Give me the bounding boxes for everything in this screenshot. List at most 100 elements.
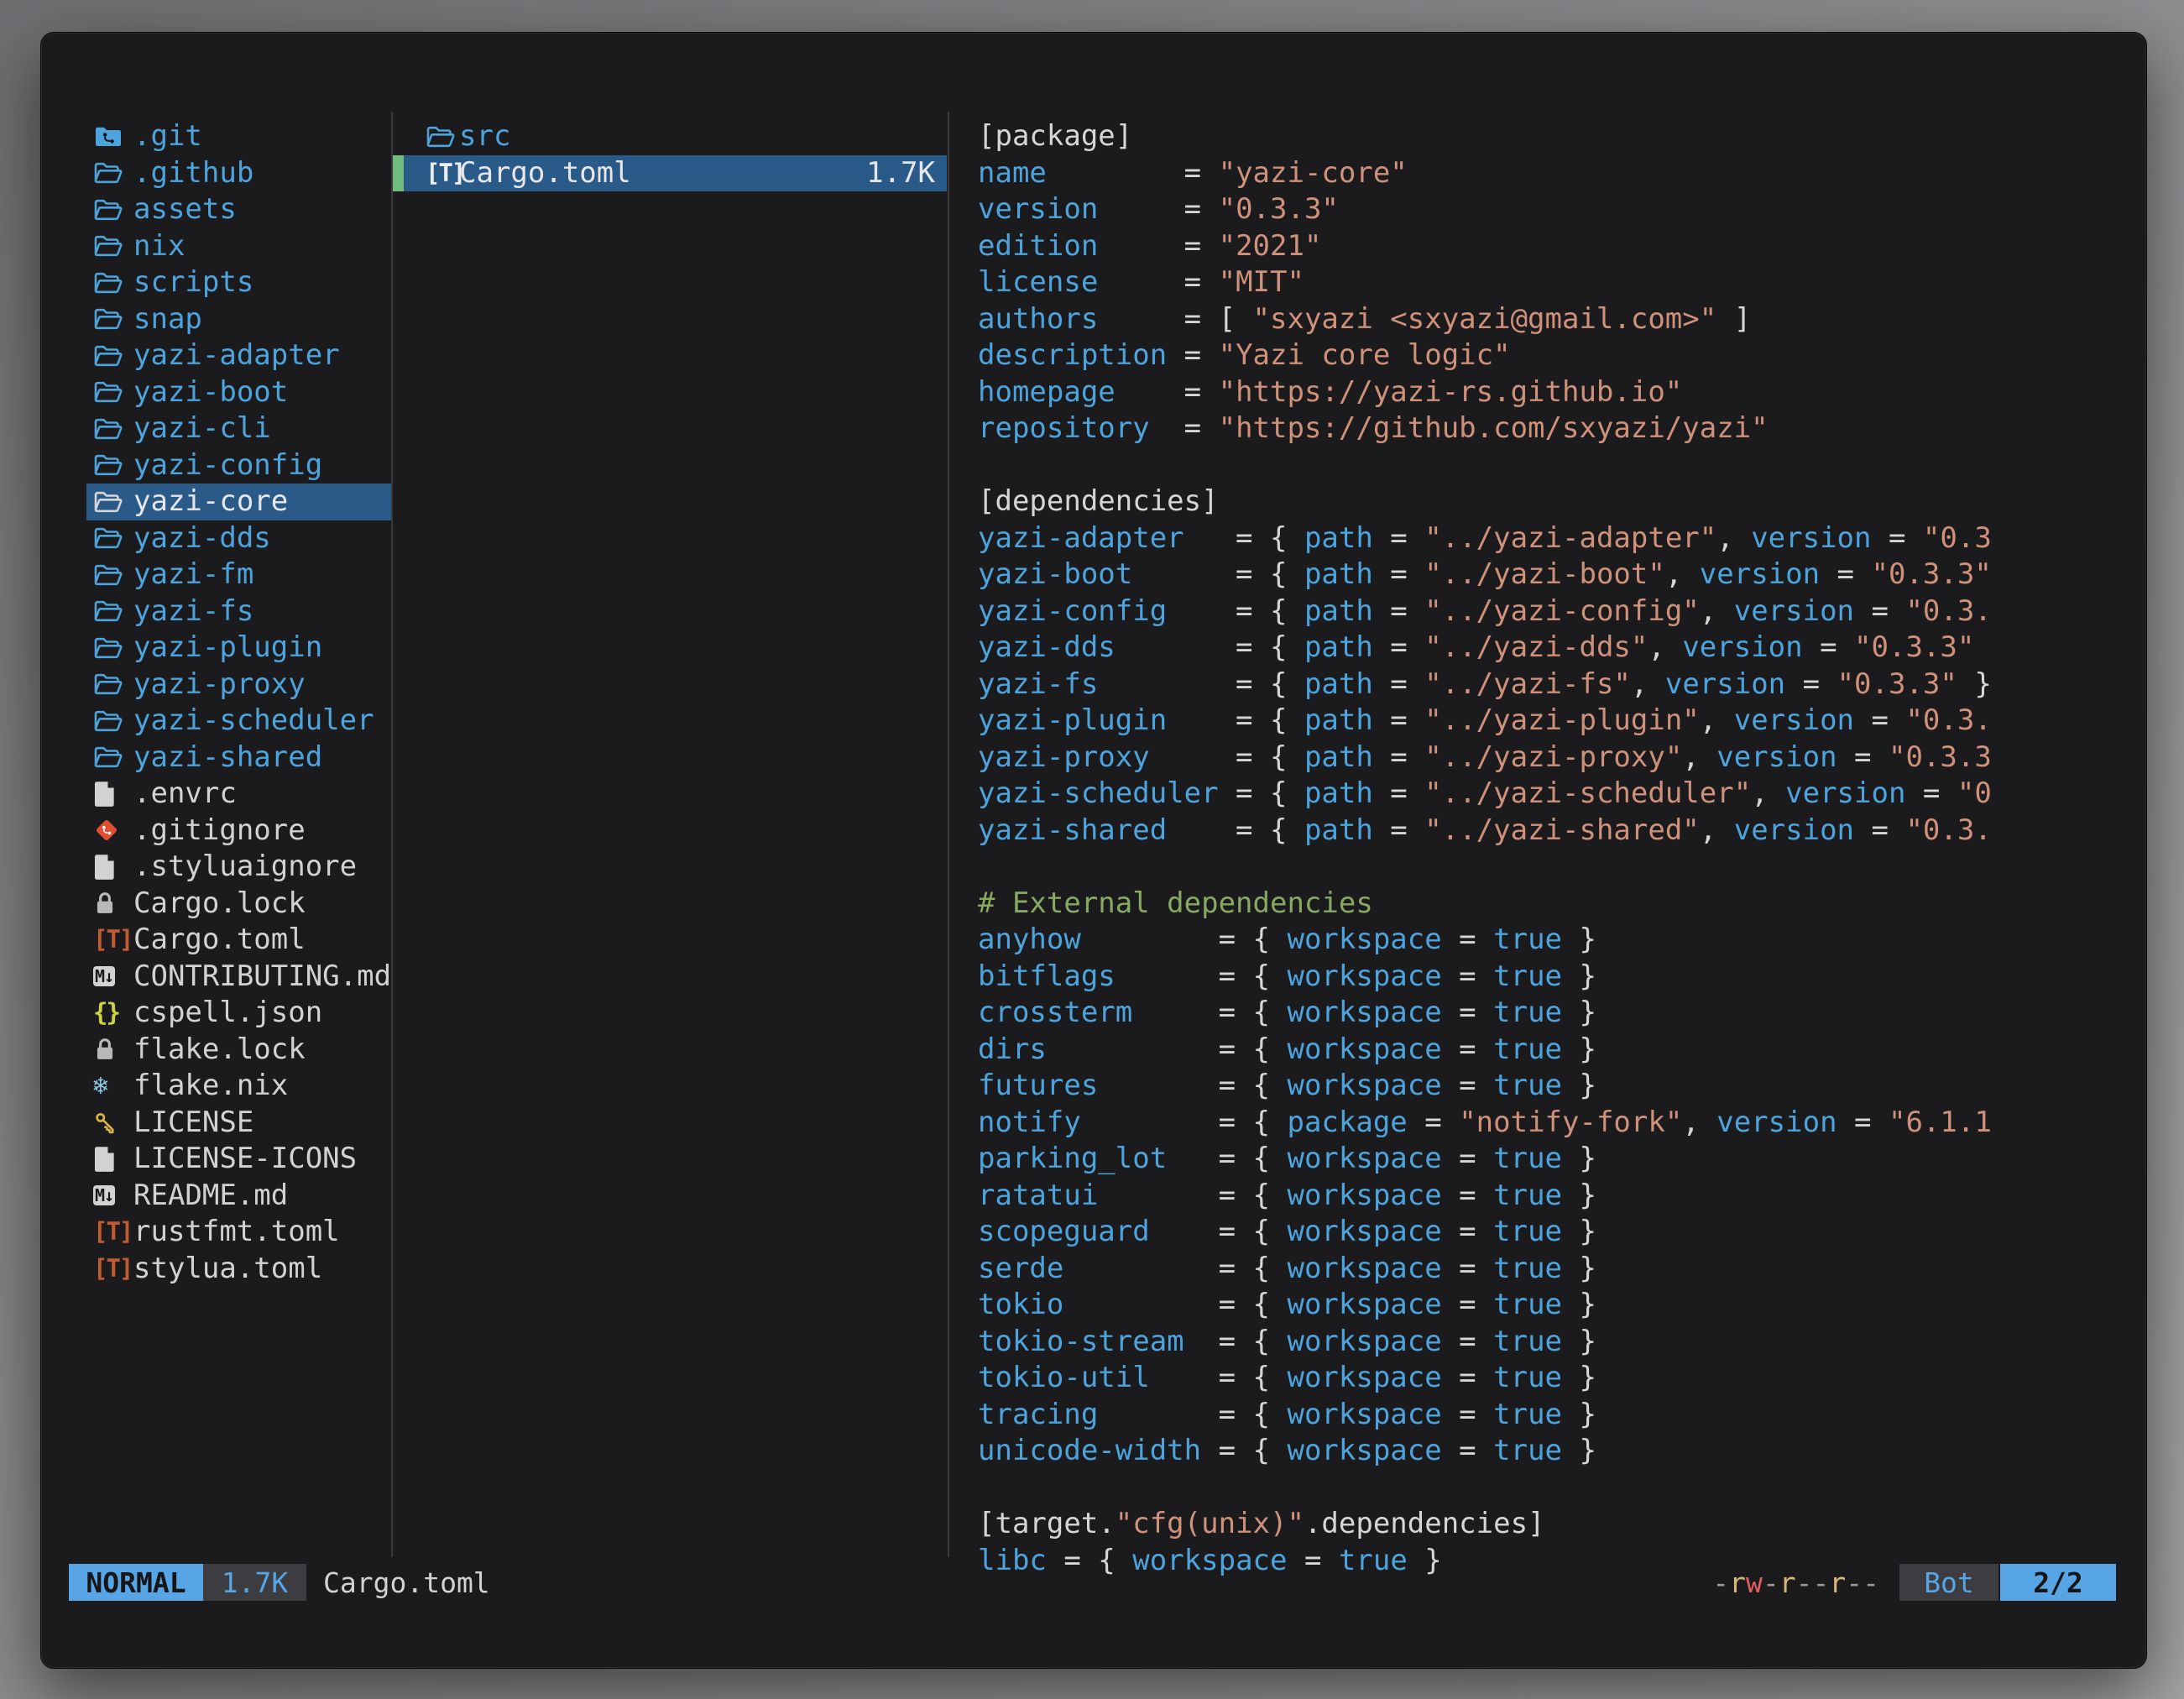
- folder-open-icon: [93, 672, 133, 697]
- parent-item-flake.nix[interactable]: ❄flake.nix: [86, 1068, 391, 1105]
- parent-item-cargo.toml[interactable]: [T]Cargo.toml: [86, 922, 391, 959]
- item-label: yazi-fm: [133, 557, 253, 593]
- item-label: yazi-proxy: [133, 667, 306, 703]
- parent-item-.envrc[interactable]: .envrc: [86, 776, 391, 813]
- folder-open-icon: [93, 233, 133, 259]
- lock-icon: [93, 890, 133, 917]
- preview-line: yazi-proxy = { path = "../yazi-proxy", v…: [978, 740, 1999, 776]
- parent-item-yazi-scheduler[interactable]: yazi-scheduler: [86, 703, 391, 740]
- item-label: yazi-cli: [133, 410, 271, 447]
- parent-item-yazi-fm[interactable]: yazi-fm: [86, 557, 391, 593]
- item-label: .github: [133, 155, 253, 192]
- preview-line: scopeguard = { workspace = true }: [978, 1214, 1999, 1251]
- preview-line: tokio-util = { workspace = true }: [978, 1360, 1999, 1397]
- folder-open-icon: [93, 489, 133, 515]
- parent-item-stylua.toml[interactable]: [T]stylua.toml: [86, 1251, 391, 1288]
- parent-item-yazi-shared[interactable]: yazi-shared: [86, 740, 391, 776]
- key-icon: [93, 1110, 133, 1135]
- toml-icon: [T]: [93, 1214, 133, 1251]
- preview-line: parking_lot = { workspace = true }: [978, 1141, 1999, 1178]
- parent-item-.gitignore[interactable]: .gitignore: [86, 813, 391, 850]
- desktop: .git.githubassetsnixscriptssnapyazi-adap…: [0, 0, 2184, 1699]
- folder-open-icon: [93, 379, 133, 405]
- folder-open-icon: [93, 635, 133, 661]
- parent-item-yazi-cli[interactable]: yazi-cli: [86, 410, 391, 447]
- parent-item-yazi-plugin[interactable]: yazi-plugin: [86, 630, 391, 667]
- folder-open-icon: [93, 599, 133, 624]
- preview-line: [978, 447, 1999, 484]
- status-bar-left: NORMAL 1.7K Cargo.toml: [69, 1564, 490, 1601]
- parent-item-yazi-fs[interactable]: yazi-fs: [86, 593, 391, 630]
- item-label: .gitignore: [133, 813, 306, 850]
- parent-item-.github[interactable]: .github: [86, 155, 391, 192]
- preview-line: repository = "https://github.com/sxyazi/…: [978, 410, 1999, 447]
- parent-item-rustfmt.toml[interactable]: [T]rustfmt.toml: [86, 1214, 391, 1251]
- mode-badge: NORMAL: [69, 1564, 203, 1601]
- git-diamond-icon: [93, 817, 133, 844]
- current-item-src[interactable]: src: [393, 118, 947, 155]
- braces-icon: {}: [93, 995, 133, 1032]
- preview-line: bitflags = { workspace = true }: [978, 959, 1999, 996]
- parent-item-readme.md[interactable]: M↓README.md: [86, 1178, 391, 1215]
- parent-item-yazi-adapter[interactable]: yazi-adapter: [86, 337, 391, 374]
- preview-line: tracing = { workspace = true }: [978, 1397, 1999, 1434]
- parent-item-snap[interactable]: snap: [86, 301, 391, 338]
- preview-line: yazi-plugin = { path = "../yazi-plugin",…: [978, 703, 1999, 740]
- preview-line: [978, 1470, 1999, 1507]
- preview-line: yazi-adapter = { path = "../yazi-adapter…: [978, 520, 1999, 557]
- toml-icon: [T]: [93, 922, 133, 959]
- parent-item-yazi-dds[interactable]: yazi-dds: [86, 520, 391, 557]
- item-label: stylua.toml: [133, 1251, 322, 1288]
- pane-divider-left: [391, 112, 393, 1557]
- item-label: yazi-adapter: [133, 337, 340, 374]
- preview-line: yazi-scheduler = { path = "../yazi-sched…: [978, 776, 1999, 813]
- parent-item-.git[interactable]: .git: [86, 118, 391, 155]
- item-label: scripts: [133, 264, 253, 301]
- item-label: .git: [133, 118, 202, 155]
- parent-item-yazi-proxy[interactable]: yazi-proxy: [86, 667, 391, 703]
- folder-open-icon: [93, 416, 133, 442]
- preview-line: yazi-boot = { path = "../yazi-boot", ver…: [978, 557, 1999, 593]
- preview-line: tokio-stream = { workspace = true }: [978, 1324, 1999, 1361]
- parent-item-yazi-config[interactable]: yazi-config: [86, 447, 391, 484]
- parent-item-nix[interactable]: nix: [86, 228, 391, 265]
- parent-item-cspell.json[interactable]: {}cspell.json: [86, 995, 391, 1032]
- parent-item-assets[interactable]: assets: [86, 191, 391, 228]
- parent-item-license-icons[interactable]: LICENSE-ICONS: [86, 1141, 391, 1178]
- snowflake-icon: ❄: [93, 1068, 133, 1105]
- parent-item-license[interactable]: LICENSE: [86, 1105, 391, 1142]
- item-label: yazi-plugin: [133, 630, 322, 667]
- parent-item-contributing.md[interactable]: M↓CONTRIBUTING.md: [86, 959, 391, 996]
- folder-open-icon: [93, 270, 133, 295]
- parent-item-flake.lock[interactable]: flake.lock: [86, 1032, 391, 1069]
- item-label: LICENSE-ICONS: [133, 1141, 357, 1178]
- file-icon: [93, 1145, 133, 1174]
- parent-item-cargo.lock[interactable]: Cargo.lock: [86, 886, 391, 923]
- markdown-icon: M↓: [93, 966, 133, 986]
- item-label: flake.lock: [133, 1032, 306, 1069]
- markdown-icon: M↓: [93, 1185, 133, 1205]
- folder-open-icon: [93, 745, 133, 770]
- preview-line: homepage = "https://yazi-rs.github.io": [978, 374, 1999, 411]
- parent-directory-pane: .git.githubassetsnixscriptssnapyazi-adap…: [86, 118, 391, 1287]
- file-icon: [93, 780, 133, 808]
- file-preview-pane[interactable]: [package]name = "yazi-core"version = "0.…: [978, 118, 1999, 1579]
- status-filename: Cargo.toml: [323, 1566, 490, 1599]
- folder-open-icon: [93, 197, 133, 222]
- toml-icon: [T]: [93, 1251, 133, 1288]
- parent-item-yazi-boot[interactable]: yazi-boot: [86, 374, 391, 411]
- parent-item-.styluaignore[interactable]: .styluaignore: [86, 849, 391, 886]
- status-bar-right: -rw-r--r-- Bot 2/2: [1712, 1564, 2116, 1601]
- pane-divider-right: [948, 112, 949, 1557]
- preview-line: yazi-config = { path = "../yazi-config",…: [978, 593, 1999, 630]
- parent-item-scripts[interactable]: scripts: [86, 264, 391, 301]
- item-label: yazi-boot: [133, 374, 288, 411]
- preview-line: anyhow = { workspace = true }: [978, 922, 1999, 959]
- preview-line: crossterm = { workspace = true }: [978, 995, 1999, 1032]
- cursor-counter-badge: 2/2: [2000, 1564, 2116, 1601]
- item-size: 1.7K: [866, 155, 935, 192]
- preview-line: tokio = { workspace = true }: [978, 1287, 1999, 1324]
- parent-item-yazi-core[interactable]: yazi-core: [86, 484, 391, 520]
- item-label: Cargo.lock: [133, 886, 306, 923]
- current-item-cargo.toml[interactable]: [T]Cargo.toml1.7K: [393, 155, 947, 192]
